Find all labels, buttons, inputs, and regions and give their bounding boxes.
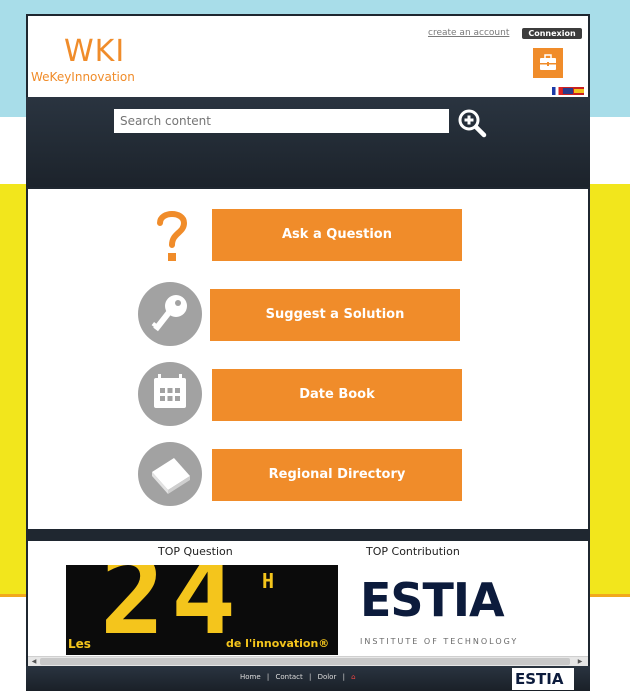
top-contribution-label: TOP Contribution <box>366 545 460 558</box>
top-question-label: TOP Question <box>158 545 233 558</box>
footer-home-link[interactable]: Home <box>240 673 261 681</box>
briefcase-icon <box>540 54 556 70</box>
scroll-thumb[interactable] <box>40 658 570 665</box>
footer-home-icon[interactable]: ⌂ <box>351 673 355 681</box>
estia-logo-text: ESTIA <box>360 573 505 627</box>
scroll-left-arrow[interactable]: ◀ <box>30 657 38 666</box>
header: WKI WeKeyInnovation create an account Co… <box>28 16 588 97</box>
les24-subtitle: de l'innovation® <box>226 637 330 650</box>
horizontal-scrollbar[interactable]: ◀ ▶ <box>28 656 588 666</box>
suggest-solution-button[interactable]: Suggest a Solution <box>210 289 460 341</box>
zoom-in-search-icon[interactable] <box>456 107 488 139</box>
language-flags <box>552 87 584 95</box>
les-24h-innovation-banner[interactable]: 24 H Les de l'innovation® <box>66 565 338 655</box>
key-icon <box>138 282 202 346</box>
footer-separator: | <box>266 673 270 681</box>
scroll-right-arrow[interactable]: ▶ <box>576 657 584 666</box>
en-flag[interactable] <box>562 87 574 95</box>
les24-les: Les <box>68 637 91 651</box>
actions-panel: Ask a Question Suggest a Solution Date B… <box>28 189 588 529</box>
estia-logo-banner[interactable]: ESTIA INSTITUTE OF TECHNOLOGY <box>358 565 578 655</box>
footer-links: Home | Contact | Dolor | ⌂ <box>240 673 356 681</box>
search-bar <box>26 97 590 187</box>
search-input[interactable] <box>114 109 449 133</box>
briefcase-button[interactable] <box>533 48 563 78</box>
footer-separator: | <box>342 673 345 681</box>
calendar-icon <box>138 362 202 426</box>
book-icon <box>138 442 202 506</box>
page-container: WKI WeKeyInnovation create an account Co… <box>26 14 590 691</box>
ask-question-button[interactable]: Ask a Question <box>212 209 462 261</box>
es-flag[interactable] <box>574 87 584 95</box>
footer-dolor-link[interactable]: Dolor <box>318 673 337 681</box>
question-mark-icon <box>157 211 188 261</box>
footer-logo-text: ESTIA <box>515 670 564 688</box>
top-section: TOP Question TOP Contribution 24 H Les d… <box>28 541 588 656</box>
logo-tagline: WeKeyInnovation <box>31 70 135 84</box>
date-book-button[interactable]: Date Book <box>212 369 462 421</box>
footer-separator: | <box>308 673 312 681</box>
footer-contact-link[interactable]: Contact <box>276 673 303 681</box>
connexion-button[interactable]: Connexion <box>522 28 582 39</box>
les24-big-number: 24 <box>100 565 243 655</box>
fr-flag[interactable] <box>552 87 562 95</box>
estia-subtitle: INSTITUTE OF TECHNOLOGY <box>360 637 519 646</box>
les24-sup: H <box>262 569 275 593</box>
footer-estia-logo[interactable]: ESTIA <box>512 668 574 690</box>
footer: Home | Contact | Dolor | ⌂ ESTIA <box>26 666 590 691</box>
logo[interactable]: WKI <box>64 34 125 69</box>
regional-directory-button[interactable]: Regional Directory <box>212 449 462 501</box>
create-account-link[interactable]: create an account <box>428 28 509 38</box>
